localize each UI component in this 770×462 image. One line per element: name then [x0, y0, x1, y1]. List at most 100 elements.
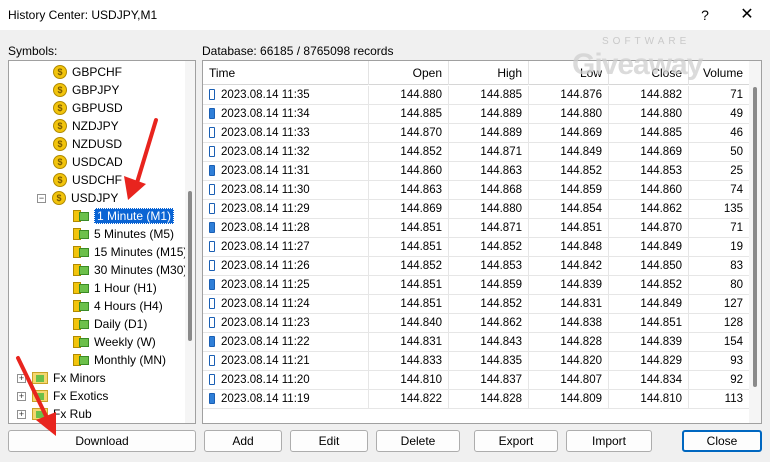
- cell-value: 144.859: [480, 279, 522, 291]
- table-row[interactable]: 2023.08.14 11:31 144.860 144.863 144.852 144…: [203, 162, 749, 181]
- cell-value: 2023.08.14 11:28: [221, 222, 310, 234]
- cell-value: 144.831: [400, 336, 442, 348]
- cell-value: 144.834: [640, 374, 682, 386]
- table-row[interactable]: 2023.08.14 11:22 144.831 144.843 144.828 144…: [203, 333, 749, 352]
- tree-scroll-thumb[interactable]: [188, 191, 192, 341]
- cell-value: 144.885: [480, 89, 522, 101]
- table-row[interactable]: 2023.08.14 11:23 144.840 144.862 144.838 144…: [203, 314, 749, 333]
- table-cell: 144.863: [369, 181, 449, 200]
- table-row[interactable]: 2023.08.14 11:26 144.852 144.853 144.842 144…: [203, 257, 749, 276]
- import-button[interactable]: Import: [566, 430, 652, 452]
- grid-scrollbar[interactable]: [749, 61, 761, 423]
- symbols-tree[interactable]: $ GBPCHF $ GBPJPY $ GBPUSD $ NZDJPY $ NZDUSD $ USDC…: [8, 60, 196, 424]
- table-row[interactable]: 2023.08.14 11:30 144.863 144.868 144.859 144…: [203, 181, 749, 200]
- tree-group-item[interactable]: + Fx Rub: [17, 405, 92, 423]
- expand-icon[interactable]: +: [17, 373, 26, 383]
- table-row[interactable]: 2023.08.14 11:34 144.885 144.889 144.880 144…: [203, 105, 749, 124]
- tree-group-item[interactable]: +Spot Metals: [17, 423, 116, 424]
- close-button[interactable]: Close: [682, 430, 762, 452]
- table-row[interactable]: 2023.08.14 11:19 144.822 144.828 144.809 144…: [203, 390, 749, 409]
- tree-timeframe-item[interactable]: 1 Hour (H1): [73, 279, 157, 297]
- candle-icon: [209, 108, 215, 120]
- tree-group-item[interactable]: + Fx Minors: [17, 369, 106, 387]
- folder-icon: [32, 408, 48, 420]
- cell-value: 2023.08.14 11:27: [221, 241, 310, 253]
- table-row[interactable]: 2023.08.14 11:28 144.851 144.871 144.851 144…: [203, 219, 749, 238]
- table-cell: 144.880: [609, 105, 689, 124]
- collapse-icon[interactable]: −: [37, 193, 46, 203]
- table-cell: 144.810: [609, 390, 689, 409]
- cell-value: 71: [730, 89, 743, 101]
- table-row[interactable]: 2023.08.14 11:25 144.851 144.859 144.839 144…: [203, 276, 749, 295]
- table-cell: 144.838: [529, 314, 609, 333]
- col-header-open[interactable]: Open: [369, 61, 449, 85]
- tree-timeframe-item[interactable]: 4 Hours (H4): [73, 297, 163, 315]
- table-row[interactable]: 2023.08.14 11:33 144.870 144.889 144.869 144…: [203, 124, 749, 143]
- cell-value: 144.871: [480, 146, 522, 158]
- cell-value: 2023.08.14 11:22: [221, 336, 310, 348]
- help-button[interactable]: ?: [682, 0, 728, 30]
- table-cell: 144.837: [449, 371, 529, 390]
- cell-value: 144.860: [400, 165, 442, 177]
- download-button[interactable]: Download: [8, 430, 196, 452]
- candle-icon: [209, 374, 215, 386]
- tree-symbol-usdjpy[interactable]: − $ USDJPY: [37, 189, 118, 207]
- table-cell: 144.889: [449, 105, 529, 124]
- table-row[interactable]: 2023.08.14 11:24 144.851 144.852 144.831 144…: [203, 295, 749, 314]
- cell-value: 113: [724, 393, 743, 405]
- history-grid[interactable]: Time Open High Low Close Volume 2023.08.…: [202, 60, 762, 424]
- table-row[interactable]: 2023.08.14 11:20 144.810 144.837 144.807 144…: [203, 371, 749, 390]
- tree-timeframe-item[interactable]: Monthly (MN): [73, 351, 166, 369]
- tree-timeframe-item[interactable]: Daily (D1): [73, 315, 147, 333]
- add-button[interactable]: Add: [204, 430, 282, 452]
- table-cell: 2023.08.14 11:22: [203, 333, 369, 352]
- expand-icon[interactable]: +: [17, 391, 26, 401]
- cell-value: 144.869: [640, 146, 682, 158]
- table-cell: 2023.08.14 11:32: [203, 143, 369, 162]
- close-window-button[interactable]: ✕: [724, 0, 770, 30]
- tree-group-item[interactable]: + Fx Exotics: [17, 387, 108, 405]
- tree-timeframe-item[interactable]: Weekly (W): [73, 333, 156, 351]
- timeframe-icon: [73, 228, 89, 240]
- table-cell: 144.870: [369, 124, 449, 143]
- tree-timeframe-item[interactable]: 5 Minutes (M5): [73, 225, 174, 243]
- tree-timeframe-item[interactable]: 30 Minutes (M30): [73, 261, 187, 279]
- table-cell: 46: [689, 124, 749, 143]
- grid-scroll-thumb[interactable]: [753, 87, 757, 387]
- candle-icon: [209, 279, 215, 291]
- cell-value: 144.838: [560, 317, 602, 329]
- table-row[interactable]: 2023.08.14 11:21 144.833 144.835 144.820 144…: [203, 352, 749, 371]
- edit-button[interactable]: Edit: [290, 430, 368, 452]
- tree-symbol-gbpchf[interactable]: $ GBPCHF: [53, 63, 122, 81]
- folder-icon: [32, 372, 48, 384]
- tree-scrollbar[interactable]: [185, 61, 195, 423]
- tree-timeframe-item[interactable]: 15 Minutes (M15): [73, 243, 187, 261]
- cell-value: 144.848: [560, 241, 602, 253]
- table-cell: 144.853: [609, 162, 689, 181]
- table-row[interactable]: 2023.08.14 11:35 144.880 144.885 144.876 144…: [203, 86, 749, 105]
- table-row[interactable]: 2023.08.14 11:29 144.869 144.880 144.854 144…: [203, 200, 749, 219]
- cell-value: 144.859: [560, 184, 602, 196]
- expand-icon[interactable]: +: [17, 409, 26, 419]
- tree-symbol-nzdusd[interactable]: $ NZDUSD: [53, 135, 122, 153]
- export-button[interactable]: Export: [474, 430, 558, 452]
- col-header-time[interactable]: Time: [203, 61, 369, 85]
- col-header-high[interactable]: High: [449, 61, 529, 85]
- cell-value: 144.852: [480, 298, 522, 310]
- cell-value: 144.852: [400, 146, 442, 158]
- table-row[interactable]: 2023.08.14 11:32 144.852 144.871 144.849 144…: [203, 143, 749, 162]
- table-cell: 25: [689, 162, 749, 181]
- tree-symbol-gbpusd[interactable]: $ GBPUSD: [53, 99, 123, 117]
- table-row[interactable]: 2023.08.14 11:27 144.851 144.852 144.848 144…: [203, 238, 749, 257]
- coin-icon: $: [53, 155, 67, 169]
- tree-symbol-usdcad[interactable]: $ USDCAD: [53, 153, 123, 171]
- cell-value: 144.835: [480, 355, 522, 367]
- tree-group-label: Fx Exotics: [53, 389, 109, 403]
- cell-value: 144.852: [560, 165, 602, 177]
- delete-button[interactable]: Delete: [376, 430, 460, 452]
- tree-symbol-usdchf[interactable]: $ USDCHF: [53, 171, 122, 189]
- tree-symbol-gbpjpy[interactable]: $ GBPJPY: [53, 81, 119, 99]
- tree-timeframe-label: Monthly (MN): [94, 353, 167, 367]
- tree-symbol-nzdjpy[interactable]: $ NZDJPY: [53, 117, 119, 135]
- tree-timeframe-item[interactable]: 1 Minute (M1): [73, 207, 175, 225]
